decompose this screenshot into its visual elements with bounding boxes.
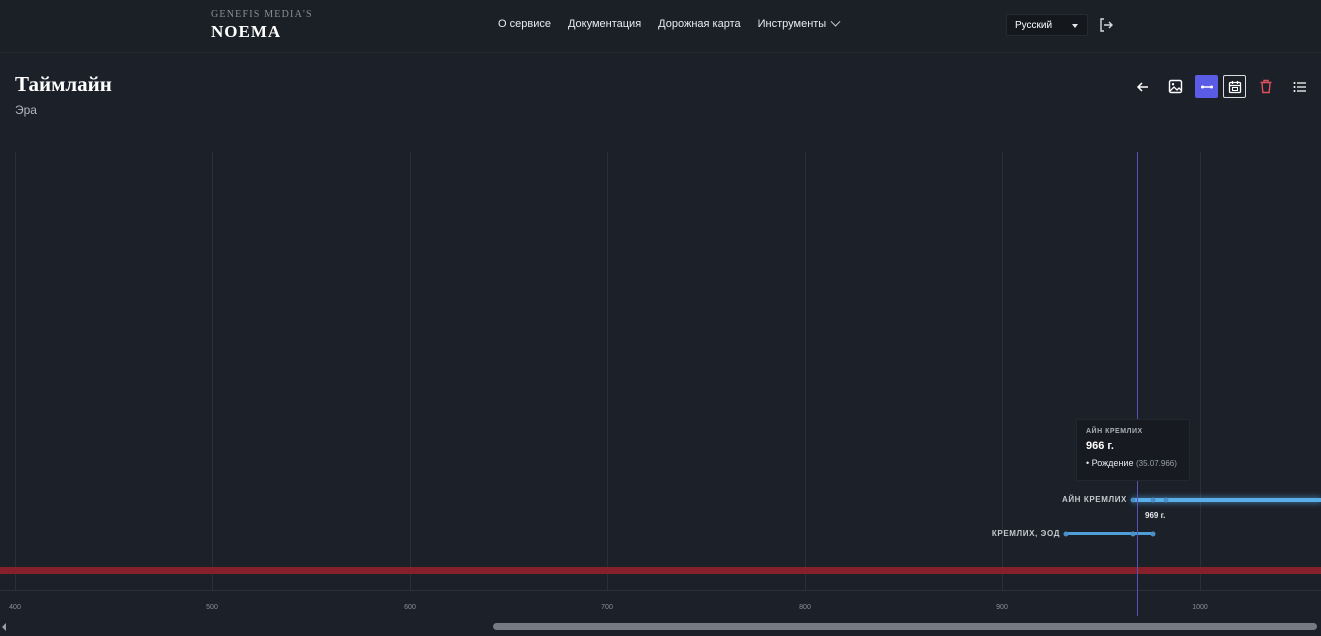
gridline [15,152,16,590]
event-dot[interactable] [1063,531,1069,536]
nav-item-tools-label: Инструменты [757,18,827,30]
nav-item-roadmap[interactable]: Дорожная карта [658,18,740,30]
logout-button[interactable] [1098,17,1114,33]
calendar-icon [1228,80,1241,93]
gridline [1002,152,1003,590]
image-button[interactable] [1164,75,1187,98]
image-icon [1168,79,1183,94]
list-view-button[interactable] [1288,75,1311,98]
main-nav: О сервисе Документация Дорожная карта Ин… [498,16,841,30]
event-dot[interactable] [1163,497,1169,503]
gridline [212,152,213,590]
event-dot[interactable] [1130,531,1136,536]
nav-item-docs[interactable]: Документация [568,18,641,30]
scroll-left-icon[interactable] [2,623,6,631]
gridline [607,152,608,590]
timeline-row-label[interactable]: АЙН КРЕМЛИХ [1040,495,1127,504]
tooltip-event-date: (35.07.966) [1135,459,1177,468]
event-tooltip: АЙН КРЕМЛИХ 966 г. • Рождение (35.07.966… [1076,419,1190,481]
event-dot[interactable] [1130,497,1136,503]
timeline-row-label[interactable]: КРЕМЛИХ, ЭОД [980,529,1060,538]
lifespan-bar[interactable] [1133,498,1321,502]
brand-name: NOEMA [211,22,282,41]
nav-item-about[interactable]: О сервисе [498,18,551,30]
timeline-canvas[interactable]: 400 500 600 700 800 900 1000 АЙН КРЕМЛИХ… [0,152,1321,616]
year-label: 969 г. [1145,511,1166,520]
chevron-down-icon [830,16,841,27]
event-dot[interactable] [1150,531,1156,536]
logout-icon [1100,18,1113,32]
brand-logo[interactable]: GENEFIS MEDIA'S NOEMA [211,9,313,42]
era-band[interactable] [0,567,1321,574]
calendar-button[interactable] [1223,75,1246,98]
trash-icon [1260,79,1271,94]
list-icon [1293,81,1306,92]
time-cursor [1137,152,1138,616]
gridline [410,152,411,590]
expand-horizontal-icon [1200,85,1213,88]
axis-line [0,590,1321,591]
axis-tick-label: 600 [404,604,416,611]
nav-item-tools[interactable]: Инструменты [757,16,841,30]
language-select[interactable]: Русский [1006,14,1088,36]
back-button[interactable] [1131,75,1154,98]
axis-tick-label: 800 [799,604,811,611]
page-subtitle: Эра [15,103,37,117]
axis-tick-label: 500 [206,604,218,611]
scrollbar-thumb[interactable] [493,623,1317,630]
caret-down-icon [1072,24,1078,28]
page-title: Таймлайн [15,72,112,96]
axis-tick-label: 1000 [1192,604,1208,611]
tooltip-event-name: • Рождение [1086,458,1134,468]
tooltip-person-name: АЙН КРЕМЛИХ [1086,428,1143,435]
language-selected: Русский [1015,19,1053,31]
brand-tagline: GENEFIS MEDIA'S [211,9,313,20]
tooltip-event: • Рождение (35.07.966) [1086,458,1180,468]
top-bar: GENEFIS MEDIA'S NOEMA О сервисе Документ… [0,0,1321,53]
fit-width-button[interactable] [1195,75,1218,98]
horizontal-scrollbar[interactable] [0,620,1321,634]
lifespan-bar[interactable] [1066,532,1153,535]
axis-tick-label: 700 [601,604,613,611]
axis-tick-label: 400 [9,604,21,611]
delete-button[interactable] [1254,75,1277,98]
arrow-left-icon [1136,81,1148,92]
tooltip-year: 966 г. [1086,440,1114,452]
gridline [1200,152,1201,590]
axis-tick-label: 900 [996,604,1008,611]
event-dot[interactable] [1150,497,1156,503]
gridline [805,152,806,590]
